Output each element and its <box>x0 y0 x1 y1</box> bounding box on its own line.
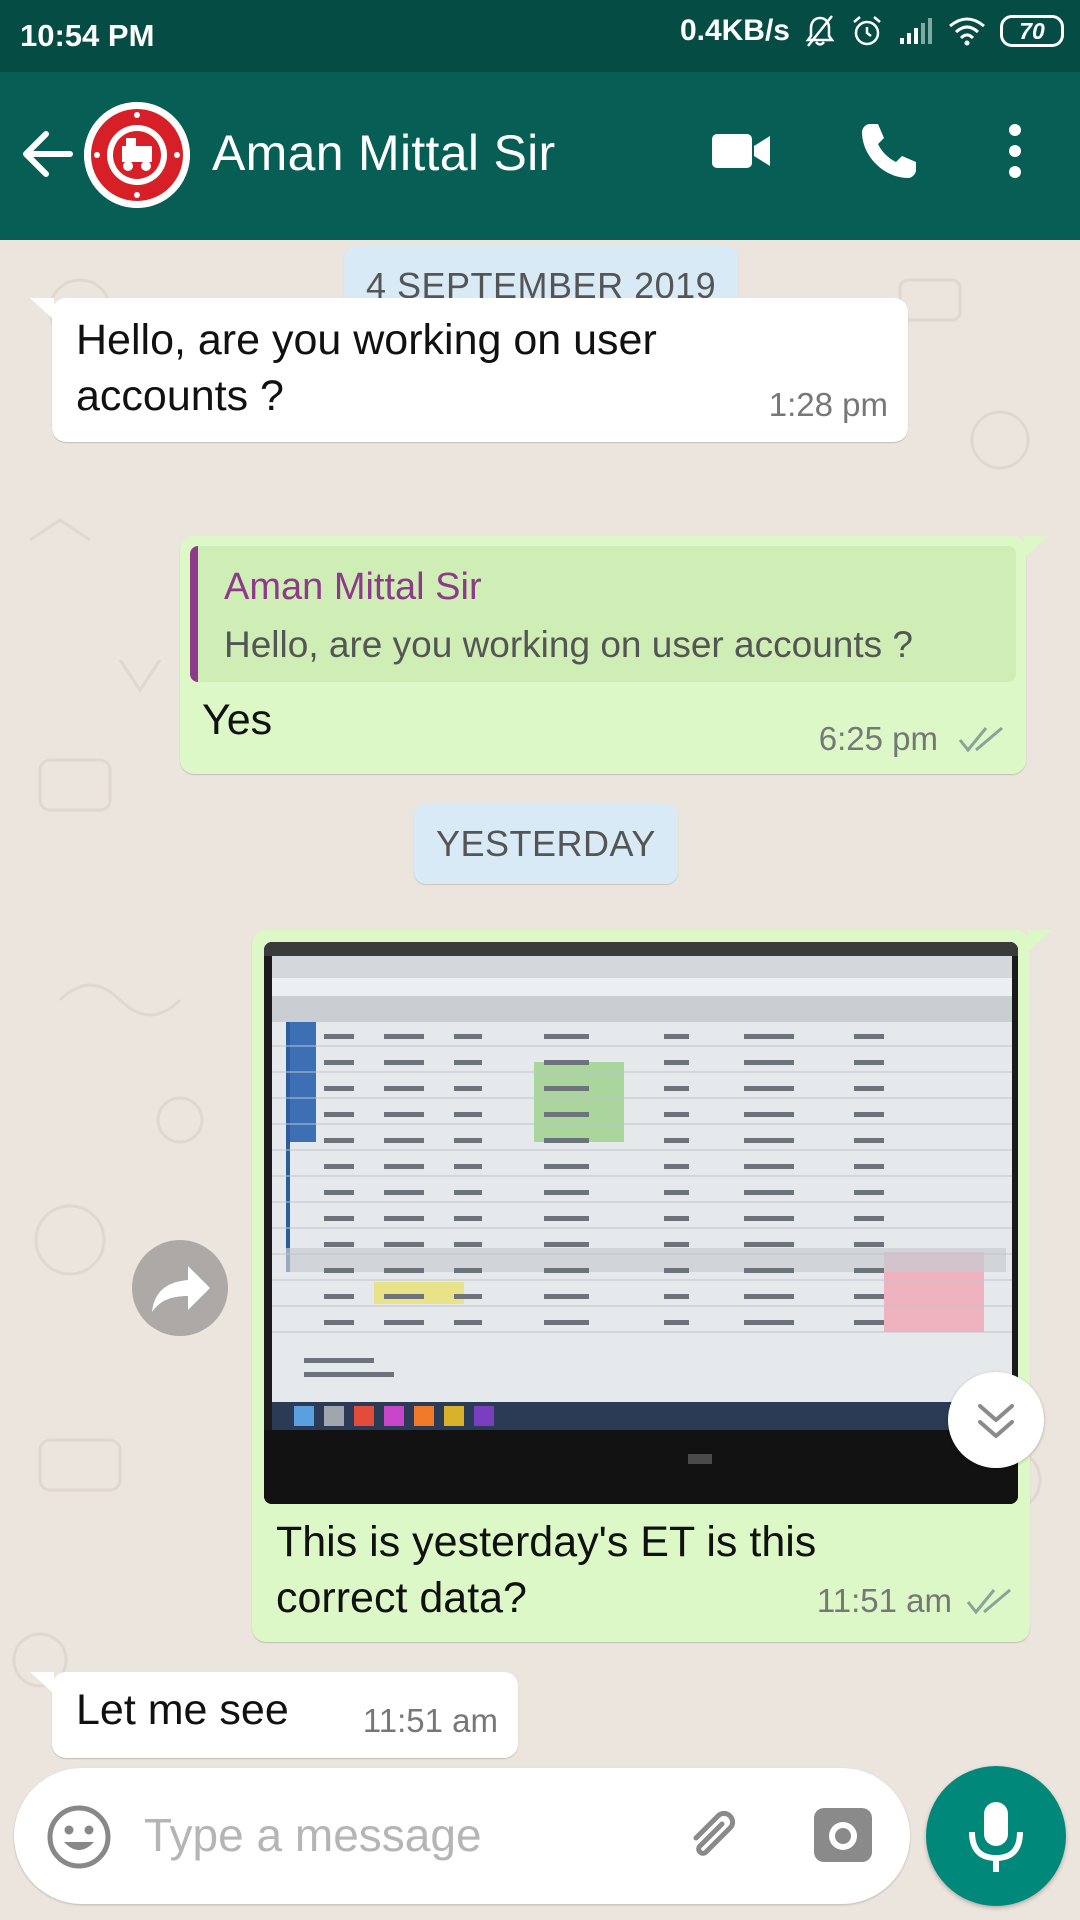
message-time: 11:51 am <box>362 1702 498 1739</box>
back-arrow-icon[interactable] <box>20 124 76 184</box>
message-text: Hello, are you working on user <box>76 316 657 364</box>
status-time: 10:54 PM <box>20 18 155 53</box>
alarm-icon <box>853 16 881 46</box>
emoji-icon[interactable] <box>46 1804 112 1870</box>
avatar[interactable] <box>84 102 190 208</box>
message-composer: Type a message <box>14 1768 910 1904</box>
message-text: Yes <box>202 696 273 744</box>
video-call-icon[interactable] <box>706 116 776 186</box>
double-tick-icon <box>958 726 1003 753</box>
message-text: Let me see <box>76 1686 289 1734</box>
status-bar: 10:54 PM 0.4KB/s 70 <box>0 0 1080 72</box>
outgoing-message[interactable]: Aman Mittal Sir Hello, are you working o… <box>180 536 1048 774</box>
chat-area[interactable]: 4 SEPTEMBER 2019 Hello, are you working … <box>0 240 1080 1760</box>
incoming-message[interactable]: Hello, are you working on user accounts … <box>30 298 908 442</box>
network-speed: 0.4KB/s <box>679 14 790 47</box>
signal-icon <box>900 18 932 44</box>
forward-button[interactable] <box>132 1240 228 1336</box>
status-icons: 0.4KB/s 70 <box>680 14 1064 48</box>
date-separator: YESTERDAY <box>414 804 678 884</box>
scroll-to-bottom-button[interactable] <box>948 1372 1044 1468</box>
image-caption: correct data? <box>276 1574 527 1622</box>
incoming-message[interactable]: Let me see 11:51 am <box>30 1672 518 1758</box>
quoted-message[interactable]: Aman Mittal Sir Hello, are you working o… <box>190 546 1016 682</box>
message-text: accounts ? <box>76 372 284 420</box>
attach-icon[interactable] <box>674 1798 750 1874</box>
message-time: 1:28 pm <box>768 386 888 423</box>
mute-bell-icon <box>805 15 835 47</box>
camera-icon[interactable] <box>810 1802 876 1868</box>
message-input[interactable]: Type a message <box>144 1808 482 1862</box>
message-time: 11:51 am <box>816 1582 952 1619</box>
wifi-icon <box>949 17 985 46</box>
quote-text: Hello, are you working on user accounts … <box>224 624 913 665</box>
image-caption: This is yesterday's ET is this <box>276 1518 817 1566</box>
mic-button[interactable] <box>926 1766 1066 1906</box>
quote-author: Aman Mittal Sir <box>224 566 482 608</box>
more-options-icon[interactable] <box>980 116 1050 186</box>
double-chevron-down-icon <box>978 1404 1014 1438</box>
battery-icon: 70 <box>1000 15 1064 47</box>
voice-call-icon[interactable] <box>854 116 924 186</box>
double-tick-icon <box>966 1588 1011 1615</box>
shared-photo[interactable] <box>264 942 1018 1504</box>
chat-header: Aman Mittal Sir <box>0 72 1080 240</box>
mic-icon <box>969 1802 1023 1872</box>
photo-content <box>264 942 1018 1504</box>
indian-railways-logo-icon <box>84 102 190 208</box>
message-time: 6:25 pm <box>818 720 938 757</box>
outgoing-image-message[interactable]: This is yesterday's ET is this correct d… <box>252 930 1052 1642</box>
forward-arrow-icon <box>152 1266 210 1312</box>
contact-name[interactable]: Aman Mittal Sir <box>212 124 555 182</box>
